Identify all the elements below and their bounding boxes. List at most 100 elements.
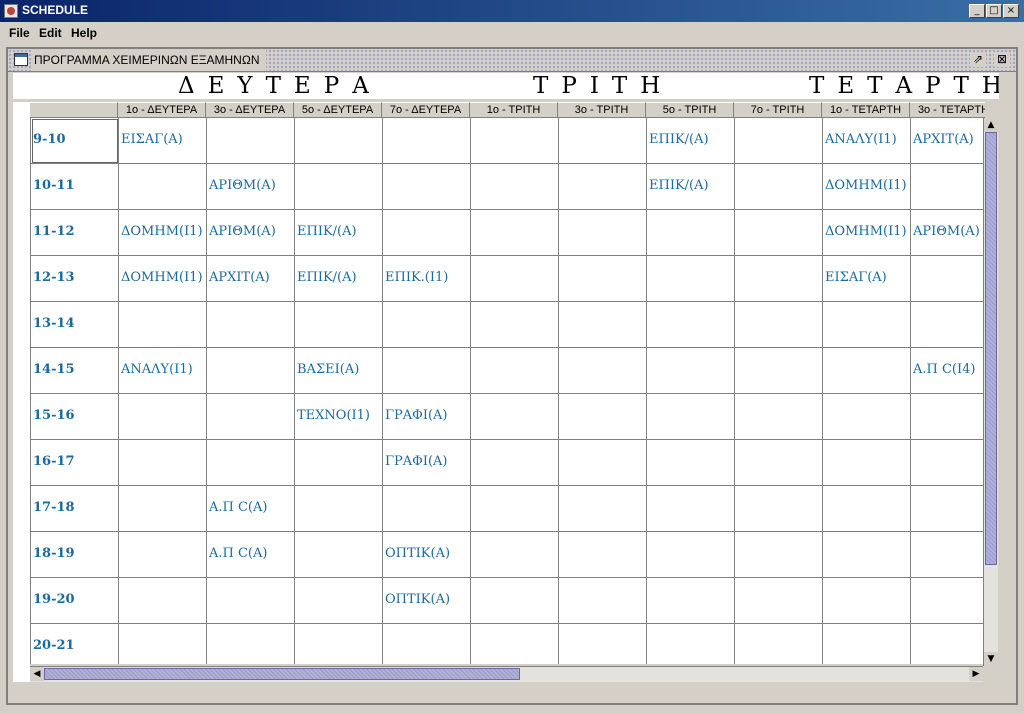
schedule-cell[interactable] — [647, 302, 735, 348]
schedule-cell[interactable]: ΟΠΤΙΚ(Α) — [383, 578, 471, 624]
schedule-cell[interactable] — [559, 210, 647, 256]
menu-help[interactable]: Help — [71, 26, 97, 40]
column-header[interactable]: 1ο - ΤΕΤΑΡΤΗ — [822, 102, 910, 118]
minimize-button[interactable]: _ — [969, 4, 985, 18]
app-titlebar[interactable]: SCHEDULE _ □ × — [0, 0, 1024, 22]
time-slot-cell[interactable]: 20-21 — [31, 624, 119, 664]
schedule-cell[interactable] — [471, 210, 559, 256]
time-slot-cell[interactable]: 19-20 — [31, 578, 119, 624]
schedule-cell[interactable] — [295, 440, 383, 486]
schedule-cell[interactable] — [471, 394, 559, 440]
app-icon[interactable] — [4, 4, 18, 18]
schedule-cell[interactable] — [207, 118, 295, 164]
restore-icon[interactable]: ⇗ — [970, 52, 986, 67]
schedule-cell[interactable] — [295, 532, 383, 578]
schedule-cell[interactable] — [119, 624, 207, 664]
schedule-cell[interactable] — [735, 210, 823, 256]
schedule-cell[interactable] — [119, 394, 207, 440]
time-slot-cell[interactable]: 12-13 — [31, 256, 119, 302]
schedule-cell[interactable] — [559, 348, 647, 394]
internal-frame-titlebar[interactable]: ΠΡΟΓΡΑΜΜΑ ΧΕΙΜΕΡΙΝΩΝ ΕΞΑΜΗΝΩΝ ⇗ ⊠ — [8, 49, 1016, 72]
schedule-cell[interactable] — [559, 624, 647, 664]
schedule-cell[interactable] — [559, 440, 647, 486]
schedule-cell[interactable] — [735, 118, 823, 164]
schedule-cell[interactable] — [647, 624, 735, 664]
schedule-cell[interactable] — [559, 394, 647, 440]
column-header[interactable]: 5ο - ΔΕΥΤΕΡΑ — [294, 102, 382, 118]
schedule-cell[interactable] — [471, 486, 559, 532]
schedule-cell[interactable] — [471, 256, 559, 302]
time-slot-cell[interactable]: 18-19 — [31, 532, 119, 578]
column-header[interactable]: 1ο - ΤΡΙΤΗ — [470, 102, 558, 118]
schedule-cell[interactable]: ΟΠΤΙΚ(Α) — [383, 532, 471, 578]
schedule-cell[interactable]: ΕΠΙΚ/(Α) — [647, 164, 735, 210]
schedule-cell[interactable]: ΤΕΧΝΟ(Ι1) — [295, 394, 383, 440]
schedule-cell[interactable] — [911, 578, 984, 624]
schedule-cell[interactable]: ΓΡΑΦΙ(Α) — [383, 394, 471, 440]
vertical-scroll-thumb[interactable] — [985, 132, 997, 565]
schedule-cell[interactable] — [471, 118, 559, 164]
schedule-cell[interactable]: ΑΝΑΛΥ(Ι1) — [119, 348, 207, 394]
schedule-cell[interactable] — [471, 532, 559, 578]
schedule-cell[interactable] — [383, 486, 471, 532]
schedule-cell[interactable] — [119, 532, 207, 578]
schedule-cell[interactable] — [207, 394, 295, 440]
schedule-cell[interactable] — [471, 348, 559, 394]
schedule-cell[interactable] — [119, 486, 207, 532]
schedule-cell[interactable]: ΕΠΙΚ/(Α) — [647, 118, 735, 164]
schedule-cell[interactable] — [647, 256, 735, 302]
schedule-cell[interactable]: Α.Π C(Ι4) — [911, 348, 984, 394]
schedule-cell[interactable] — [383, 164, 471, 210]
menu-edit[interactable]: Edit — [39, 26, 62, 40]
schedule-cell[interactable] — [735, 302, 823, 348]
schedule-cell[interactable] — [295, 624, 383, 664]
schedule-cell[interactable] — [911, 394, 984, 440]
schedule-cell[interactable] — [647, 578, 735, 624]
close-icon[interactable]: ⊠ — [994, 52, 1010, 67]
schedule-cell[interactable] — [647, 486, 735, 532]
schedule-cell[interactable] — [911, 440, 984, 486]
schedule-cell[interactable] — [471, 578, 559, 624]
time-slot-cell[interactable]: 9-10 — [31, 118, 119, 164]
schedule-cell[interactable]: ΕΙΣΑΓ(Α) — [119, 118, 207, 164]
schedule-cell[interactable]: ΑΡΙΘΜ(Α) — [207, 210, 295, 256]
schedule-cell[interactable] — [647, 440, 735, 486]
schedule-cell[interactable] — [471, 624, 559, 664]
schedule-cell[interactable] — [207, 440, 295, 486]
time-slot-cell[interactable]: 10-11 — [31, 164, 119, 210]
schedule-cell[interactable] — [559, 118, 647, 164]
schedule-cell[interactable]: Α.Π C(Α) — [207, 532, 295, 578]
schedule-cell[interactable] — [119, 164, 207, 210]
schedule-cell[interactable] — [119, 440, 207, 486]
schedule-cell[interactable] — [735, 164, 823, 210]
schedule-cell[interactable]: ΔΟΜΗΜ(Ι1) — [823, 210, 911, 256]
schedule-cell[interactable] — [735, 440, 823, 486]
schedule-cell[interactable] — [647, 210, 735, 256]
schedule-cell[interactable] — [471, 164, 559, 210]
horizontal-scrollbar[interactable]: ◀ ▶ — [30, 666, 983, 682]
column-header-time[interactable] — [30, 102, 118, 118]
column-header[interactable]: 5ο - ΤΡΙΤΗ — [646, 102, 734, 118]
schedule-cell[interactable] — [119, 302, 207, 348]
schedule-cell[interactable] — [471, 440, 559, 486]
schedule-cell[interactable] — [559, 578, 647, 624]
schedule-cell[interactable] — [823, 394, 911, 440]
schedule-cell[interactable] — [647, 348, 735, 394]
schedule-cell[interactable] — [735, 486, 823, 532]
menu-file[interactable]: File — [9, 26, 30, 40]
schedule-cell[interactable] — [823, 532, 911, 578]
schedule-cell[interactable] — [207, 348, 295, 394]
schedule-cell[interactable] — [647, 394, 735, 440]
column-header[interactable]: 1ο - ΔΕΥΤΕΡΑ — [118, 102, 206, 118]
schedule-cell[interactable] — [735, 624, 823, 664]
time-slot-cell[interactable]: 15-16 — [31, 394, 119, 440]
column-header[interactable]: 3ο - ΤΡΙΤΗ — [558, 102, 646, 118]
schedule-cell[interactable] — [119, 578, 207, 624]
schedule-cell[interactable] — [559, 256, 647, 302]
schedule-cell[interactable] — [911, 532, 984, 578]
schedule-cell[interactable] — [823, 624, 911, 664]
schedule-cell[interactable] — [383, 118, 471, 164]
schedule-cell[interactable] — [295, 578, 383, 624]
schedule-cell[interactable] — [911, 624, 984, 664]
schedule-cell[interactable]: ΕΙΣΑΓ(Α) — [823, 256, 911, 302]
